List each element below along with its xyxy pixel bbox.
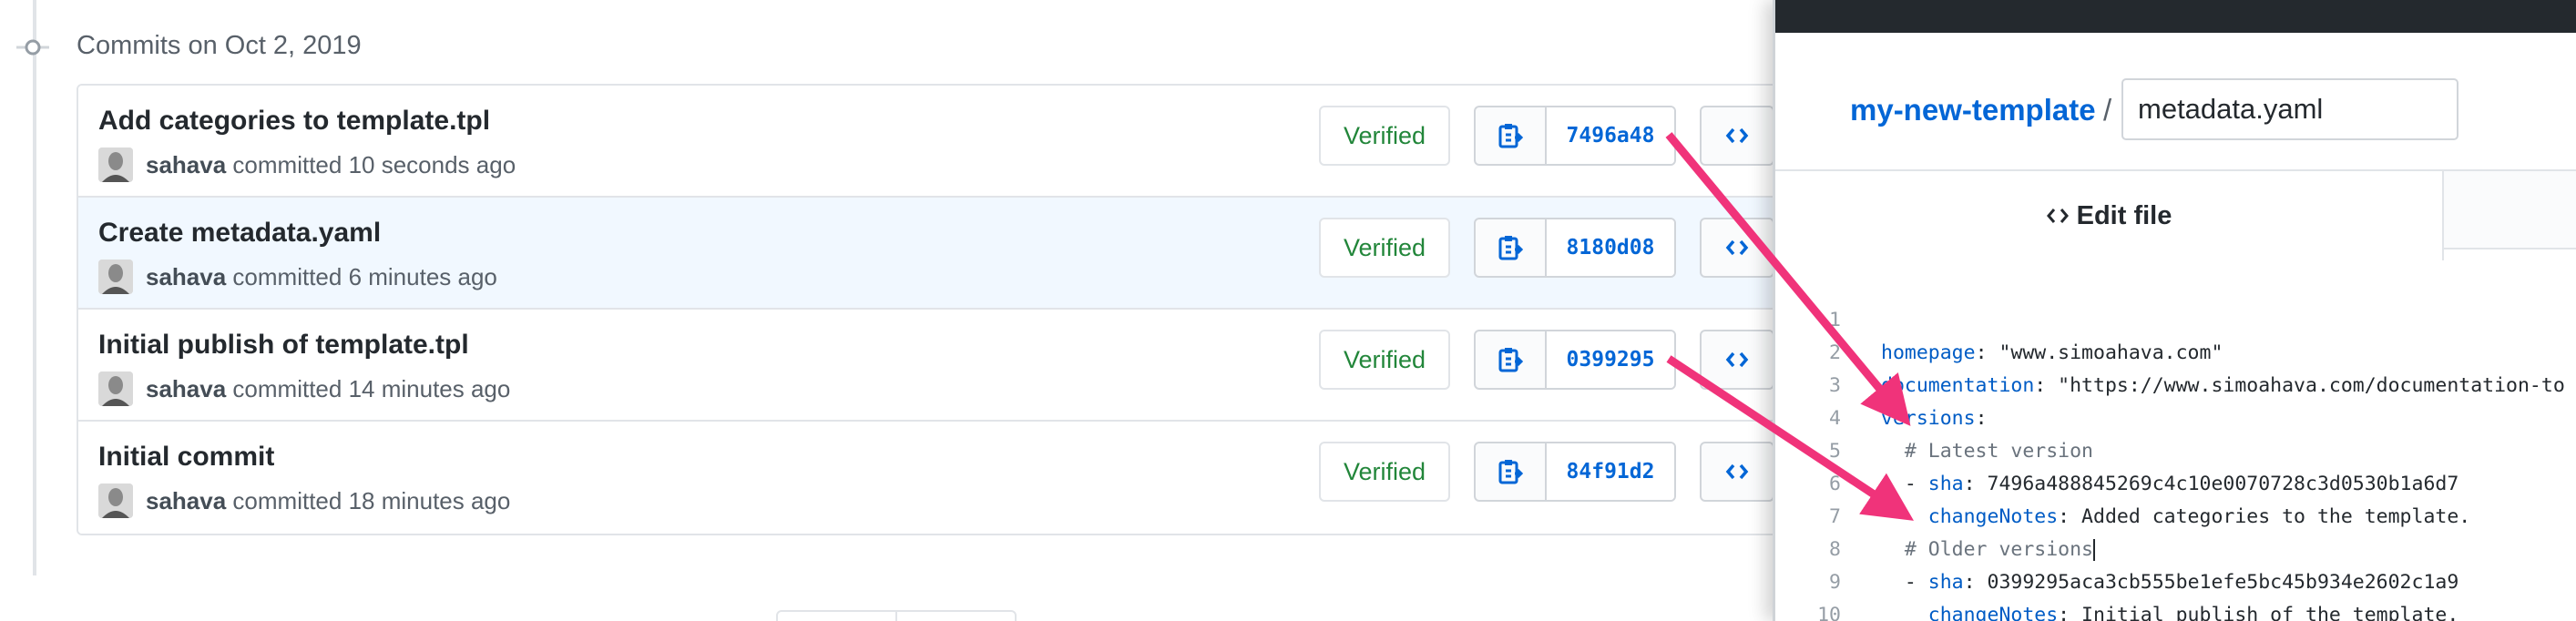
commit-row: Initial commit sahava committed 18 minut… <box>78 422 1814 534</box>
avatar[interactable] <box>98 260 133 294</box>
repo-link[interactable]: my-new-template <box>1850 93 2096 127</box>
commit-author[interactable]: sahava <box>146 487 226 514</box>
avatar[interactable] <box>98 372 133 406</box>
sha-button-group: 7496a48 <box>1474 106 1676 166</box>
sha-button-group: 84f91d2 <box>1474 442 1676 502</box>
filename-input[interactable]: metadata.yaml <box>2121 78 2458 140</box>
commit-meta: sahava committed 18 minutes ago <box>146 487 510 515</box>
timeline-line <box>33 0 36 575</box>
code-line: 5 - sha: 7496a488845269c4c10e0070728c3d0… <box>1775 402 2576 495</box>
commit-author[interactable]: sahava <box>146 263 226 290</box>
copy-sha-button[interactable] <box>1476 331 1547 388</box>
code-line: 1 homepage: "www.simoahava.com" <box>1775 271 2576 364</box>
commit-row: Create metadata.yaml sahava committed 6 … <box>78 198 1814 310</box>
commit-time: committed 14 minutes ago <box>232 375 511 402</box>
commit-list: Add categories to template.tpl sahava co… <box>77 84 1816 535</box>
browse-repo-button[interactable] <box>1700 442 1774 502</box>
commit-sha-link[interactable]: 84f91d2 <box>1547 443 1674 500</box>
line-number: 10 <box>1817 604 1841 621</box>
code-text: changeNotes: Initial publish of the temp… <box>1881 599 2459 621</box>
clipboard-icon <box>1498 124 1523 148</box>
commit-sha-link[interactable]: 8180d08 <box>1547 219 1674 276</box>
browse-repo-button[interactable] <box>1700 218 1774 278</box>
commit-sha-link[interactable]: 7496a48 <box>1547 107 1674 164</box>
pagination-newer-button[interactable] <box>778 612 897 621</box>
code-editor[interactable]: 1 homepage: "www.simoahava.com" 2 docume… <box>1775 271 2576 621</box>
commit-title[interactable]: Add categories to template.tpl <box>98 106 490 137</box>
code-line: 8 - sha: 0399295aca3cb555be1efe5bc45b934… <box>1775 501 2576 594</box>
clipboard-icon <box>1498 348 1523 372</box>
pagination-older-button[interactable] <box>897 612 1015 621</box>
code-icon <box>1725 239 1749 256</box>
copy-sha-button[interactable] <box>1476 107 1547 164</box>
yaml-value: : Initial publish of the template. <box>2058 604 2459 621</box>
browse-repo-button[interactable] <box>1700 106 1774 166</box>
commit-meta: sahava committed 10 seconds ago <box>146 151 516 179</box>
verified-badge[interactable]: Verified <box>1319 106 1450 166</box>
commit-title[interactable]: Create metadata.yaml <box>98 218 381 249</box>
verified-badge[interactable]: Verified <box>1319 330 1450 390</box>
clipboard-icon <box>1498 460 1523 484</box>
tab-edit-file[interactable]: Edit file <box>1775 169 2444 260</box>
commit-row: Initial publish of template.tpl sahava c… <box>78 310 1814 422</box>
commit-icon <box>16 39 49 56</box>
commit-title[interactable]: Initial commit <box>98 442 274 473</box>
tab-edit-file-label: Edit file <box>2076 200 2172 230</box>
clipboard-icon <box>1498 236 1523 260</box>
copy-sha-button[interactable] <box>1476 443 1547 500</box>
code-line: 3 versions: <box>1775 337 2576 430</box>
yaml-key: changeNotes <box>1927 604 2059 621</box>
commit-time: committed 6 minutes ago <box>232 263 497 290</box>
verified-badge[interactable]: Verified <box>1319 442 1450 502</box>
code-icon <box>2046 209 2069 223</box>
browse-repo-button[interactable] <box>1700 330 1774 390</box>
code-line: 6 changeNotes: Added categories to the t… <box>1775 435 2576 528</box>
verified-badge[interactable]: Verified <box>1319 218 1450 278</box>
commit-time: committed 10 seconds ago <box>232 151 516 178</box>
commit-meta: sahava committed 6 minutes ago <box>146 263 497 291</box>
pagination <box>776 610 1017 621</box>
code-line: 9 changeNotes: Initial publish of the te… <box>1775 534 2576 621</box>
code-icon <box>1725 463 1749 480</box>
commit-group-date: Commits on Oct 2, 2019 <box>77 31 362 60</box>
code-line: 4 # Latest version <box>1775 370 2576 463</box>
code-line: 7 # Older versions <box>1775 468 2576 561</box>
commit-row: Add categories to template.tpl sahava co… <box>78 86 1814 198</box>
commit-meta: sahava committed 14 minutes ago <box>146 375 510 403</box>
commit-time: committed 18 minutes ago <box>232 487 511 514</box>
commit-sha-link[interactable]: 0399295 <box>1547 331 1674 388</box>
code-line: 10 <box>1775 566 2576 621</box>
sha-button-group: 8180d08 <box>1474 218 1676 278</box>
commit-author[interactable]: sahava <box>146 375 226 402</box>
commit-author[interactable]: sahava <box>146 151 226 178</box>
sha-button-group: 0399295 <box>1474 330 1676 390</box>
editor-panel: my-new-template / metadata.yaml Edit fil… <box>1773 0 2576 621</box>
tab-preview[interactable] <box>2444 169 2576 249</box>
code-line: 2 documentation: "https://www.simoahava.… <box>1775 304 2576 397</box>
header-bar <box>1775 0 2576 33</box>
code-icon <box>1725 351 1749 368</box>
commit-title[interactable]: Initial publish of template.tpl <box>98 330 469 361</box>
path-separator: / <box>2103 93 2112 127</box>
avatar[interactable] <box>98 148 133 182</box>
avatar[interactable] <box>98 484 133 518</box>
copy-sha-button[interactable] <box>1476 219 1547 276</box>
code-icon <box>1725 127 1749 144</box>
